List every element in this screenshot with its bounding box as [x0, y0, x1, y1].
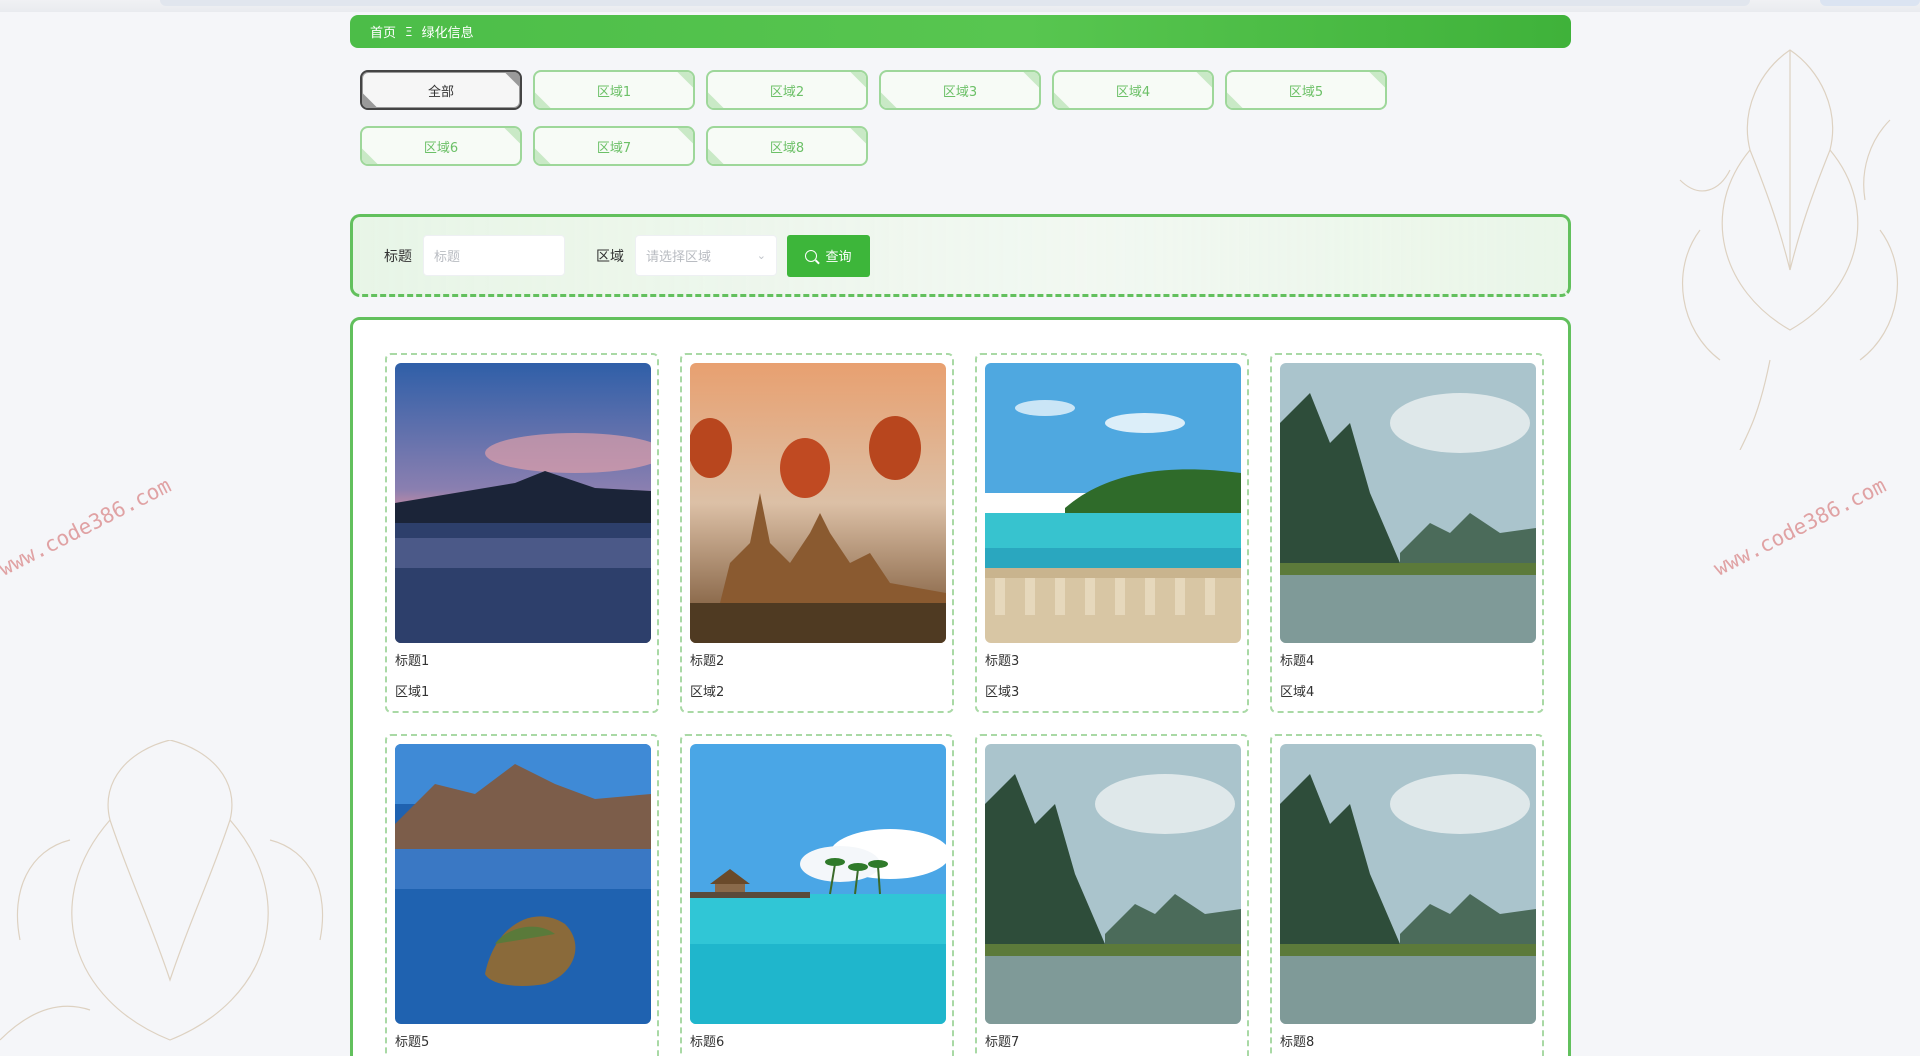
greening-card[interactable]: 标题2 区域2 — [680, 353, 954, 713]
search-icon — [805, 249, 818, 262]
query-button[interactable]: 查询 — [787, 234, 870, 277]
card-image — [395, 744, 651, 1024]
area-chip-label: 区域7 — [596, 140, 632, 156]
breadcrumb: 首页 Ξ 绿化信息 — [350, 15, 1571, 48]
card-area: 区域2 — [690, 685, 725, 700]
search-panel: 标题 标题 区域 请选择区域 ⌄ 查询 — [350, 214, 1571, 297]
title-placeholder: 标题 — [434, 250, 461, 265]
area-chip-5[interactable]: 区域5 — [1225, 70, 1387, 110]
greening-card[interactable]: 标题8 — [1270, 734, 1544, 1056]
card-title: 标题7 — [985, 1035, 1020, 1050]
area-chip-8[interactable]: 区域8 — [706, 126, 868, 166]
area-chip-3[interactable]: 区域3 — [879, 70, 1041, 110]
area-chip-6[interactable]: 区域6 — [360, 126, 522, 166]
area-label: 区域 — [596, 248, 624, 265]
card-title: 标题8 — [1280, 1035, 1315, 1050]
card-area: 区域1 — [395, 685, 430, 700]
area-chip-4[interactable]: 区域4 — [1052, 70, 1214, 110]
area-chip-label: 区域5 — [1288, 84, 1324, 100]
card-image — [1280, 363, 1536, 643]
area-chip-label: 区域2 — [769, 84, 805, 100]
area-chip-label: 区域8 — [769, 140, 805, 156]
chevron-down-icon: ⌄ — [756, 249, 766, 262]
card-image — [985, 363, 1241, 643]
top-strip-pill — [160, 0, 1750, 6]
floral-decoration — [0, 740, 340, 1056]
area-placeholder: 请选择区域 — [646, 250, 712, 265]
card-image — [690, 744, 946, 1024]
greening-card[interactable]: 标题4 区域4 — [1270, 353, 1544, 713]
area-chip-1[interactable]: 区域1 — [533, 70, 695, 110]
card-title: 标题2 — [690, 654, 725, 669]
title-search-input[interactable]: 标题 — [423, 235, 565, 276]
area-chip-label: 区域1 — [596, 84, 632, 100]
breadcrumb-separator: Ξ — [405, 24, 413, 39]
breadcrumb-current: 绿化信息 — [421, 26, 474, 41]
card-title: 标题1 — [395, 654, 430, 669]
card-title: 标题4 — [1280, 654, 1315, 669]
area-chip-label: 区域6 — [423, 140, 459, 156]
area-chip-label: 全部 — [427, 84, 454, 100]
card-title: 标题5 — [395, 1035, 430, 1050]
card-title: 标题3 — [985, 654, 1020, 669]
greening-card[interactable]: 标题3 区域3 — [975, 353, 1249, 713]
area-chip-label: 区域4 — [1115, 84, 1151, 100]
area-chip-2[interactable]: 区域2 — [706, 70, 868, 110]
title-label: 标题 — [384, 248, 412, 265]
card-area: 区域3 — [985, 685, 1020, 700]
greening-card[interactable]: 标题5 — [385, 734, 659, 1056]
area-chip-label: 区域3 — [942, 84, 978, 100]
greening-card[interactable]: 标题7 — [975, 734, 1249, 1056]
greening-card[interactable]: 标题6 — [680, 734, 954, 1056]
watermark-text: www.code386.com — [0, 473, 175, 581]
card-image — [690, 363, 946, 643]
greening-card[interactable]: 标题1 区域1 — [385, 353, 659, 713]
area-chip-7[interactable]: 区域7 — [533, 126, 695, 166]
greening-list-panel: 标题1 区域1 标题2 区域2 标题3 区域3 标题4 区域4 标题5 标题6 … — [350, 317, 1571, 1056]
card-title: 标题6 — [690, 1035, 725, 1050]
top-strip — [0, 0, 1920, 12]
card-area: 区域4 — [1280, 685, 1315, 700]
watermark-text: www.code386.com — [1709, 473, 1890, 581]
area-select[interactable]: 请选择区域 ⌄ — [635, 235, 777, 276]
floral-decoration — [1660, 30, 1920, 450]
area-chip-all[interactable]: 全部 — [360, 70, 522, 110]
card-image — [985, 744, 1241, 1024]
card-image — [1280, 744, 1536, 1024]
breadcrumb-home-link[interactable]: 首页 — [370, 22, 396, 41]
top-strip-pill — [1820, 0, 1920, 6]
card-image — [395, 363, 651, 643]
query-button-label: 查询 — [825, 249, 852, 264]
